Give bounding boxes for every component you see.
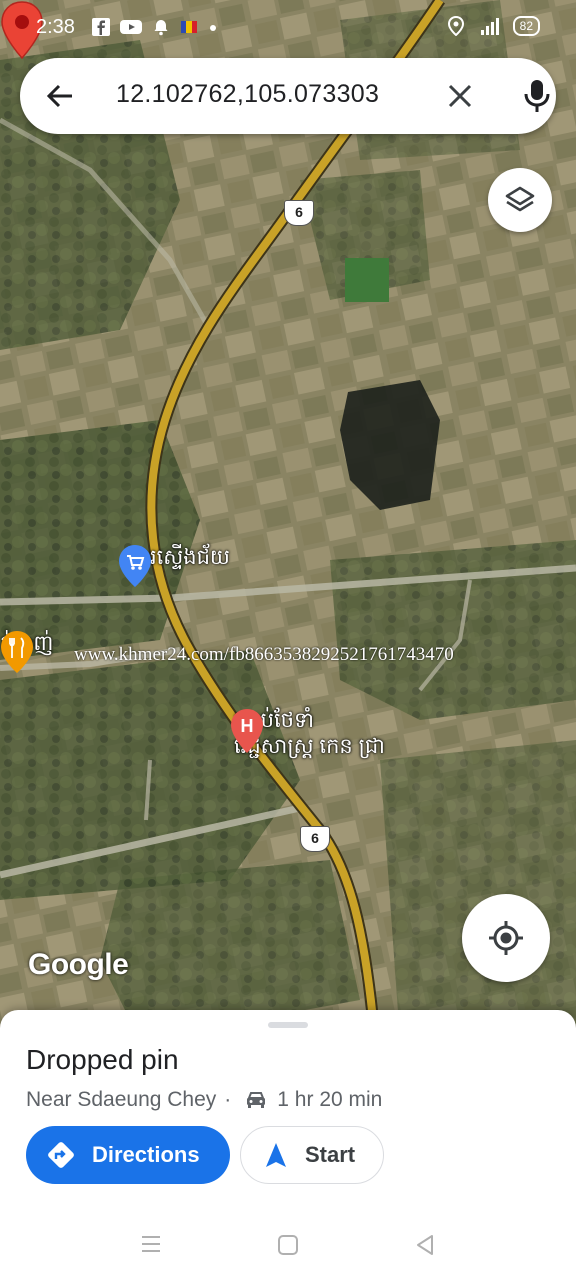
- car-icon: [247, 1092, 266, 1108]
- shopping-cart-icon: [119, 545, 151, 587]
- dot-icon: [210, 25, 216, 31]
- map-canvas[interactable]: 6 6 ផ្សារស្ទើងជ័យ ក់ឆ្នាញ់ H បន្ទប់ថែទាំ…: [0, 0, 576, 1040]
- place-title: Dropped pin: [26, 1044, 179, 1075]
- drag-handle[interactable]: [268, 1022, 308, 1028]
- back-arrow-icon[interactable]: [46, 82, 74, 110]
- poi-hospital[interactable]: H បន្ទប់ថែទាំ វេជ្ជសាស្ត្រ កេន ជ្រា: [230, 708, 385, 760]
- battery-level: 82: [512, 16, 540, 36]
- crosshair-icon: [489, 921, 523, 955]
- my-location-button[interactable]: [462, 894, 550, 982]
- start-button[interactable]: Start: [240, 1126, 384, 1184]
- home-icon[interactable]: [277, 1234, 299, 1256]
- flag-icon: [181, 21, 197, 33]
- notification-bell-icon: [154, 20, 168, 36]
- close-icon[interactable]: [444, 80, 476, 112]
- hospital-icon: H: [231, 709, 263, 753]
- system-nav-bar: [0, 1210, 576, 1280]
- youtube-icon: [120, 20, 142, 34]
- navigation-arrow-icon: [266, 1143, 286, 1167]
- status-bar: 2:38 82: [0, 0, 576, 56]
- drive-time: 1 hr 20 min: [277, 1088, 383, 1111]
- poi-market[interactable]: ផ្សារស្ទើងជ័យ: [118, 544, 230, 587]
- directions-icon: [48, 1142, 74, 1168]
- menu-icon[interactable]: [140, 1234, 162, 1254]
- search-query[interactable]: 12.102762,105.073303: [116, 80, 379, 109]
- facebook-icon: [92, 18, 110, 36]
- start-label: Start: [305, 1142, 356, 1167]
- separator-dot: ·: [224, 1088, 232, 1111]
- layers-icon: [505, 186, 535, 212]
- microphone-icon[interactable]: [522, 78, 552, 114]
- location-icon: [447, 16, 464, 36]
- signal-icon: [480, 18, 499, 35]
- road-shield-6-top: 6: [284, 200, 314, 226]
- google-attribution: Google: [28, 948, 129, 981]
- watermark-text: www.khmer24.com/fb866353829252176174347​…: [74, 644, 454, 665]
- directions-button[interactable]: Directions: [26, 1126, 230, 1184]
- search-bar[interactable]: 12.102762,105.073303: [20, 58, 556, 134]
- place-subtitle: Near Sdaeung Chey: [26, 1088, 217, 1111]
- back-icon[interactable]: [414, 1234, 436, 1256]
- place-subtitle-row: Near Sdaeung Chey · 1 hr 20 min: [26, 1088, 382, 1112]
- fork-knife-icon: [1, 631, 33, 673]
- status-time: 2:38: [36, 16, 75, 38]
- layers-button[interactable]: [488, 168, 552, 232]
- road-shield-6-bottom: 6: [300, 826, 330, 852]
- satellite-imagery: [0, 0, 576, 1040]
- poi-restaurant[interactable]: ក់ឆ្នាញ់: [0, 630, 59, 673]
- svg-text:H: H: [241, 716, 254, 736]
- directions-label: Directions: [92, 1142, 200, 1167]
